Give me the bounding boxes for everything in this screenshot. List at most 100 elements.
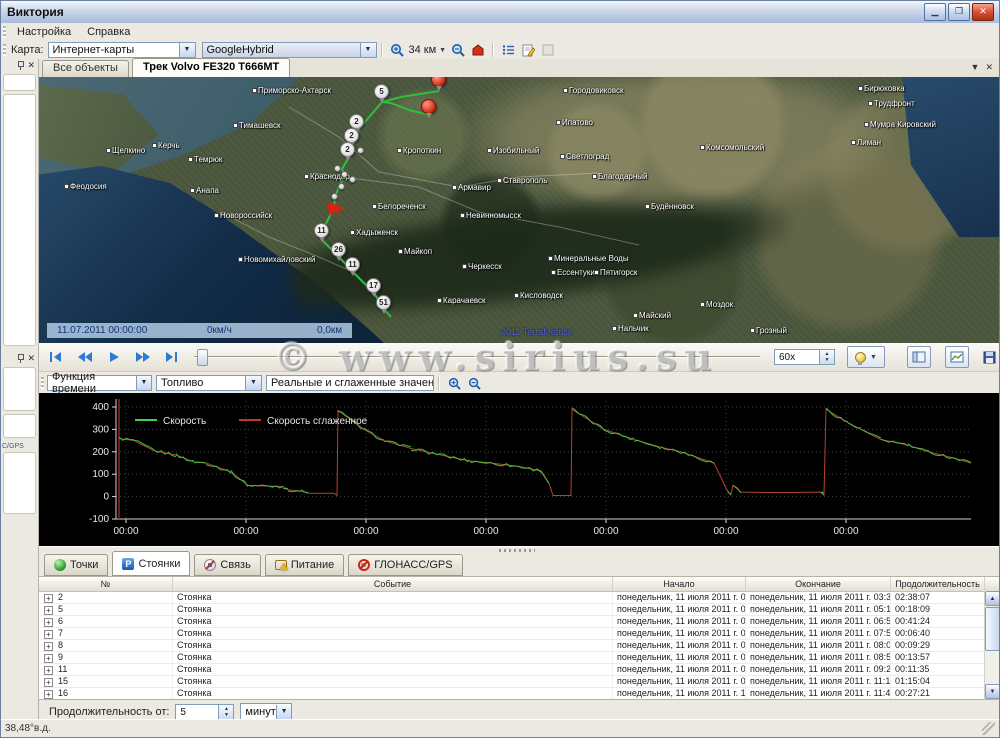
skip-end-button[interactable] bbox=[160, 346, 184, 368]
table-row[interactable]: +2Стоянкапонедельник, 11 июля 2011 г. 01… bbox=[39, 592, 1000, 604]
chevron-down-icon[interactable]: ▼ bbox=[245, 376, 261, 390]
map-minor-marker[interactable] bbox=[331, 193, 338, 200]
resize-grip[interactable] bbox=[982, 722, 995, 735]
tab-list-dropdown-button[interactable]: ▼ bbox=[971, 62, 980, 73]
minimize-button[interactable]: ▁ bbox=[924, 3, 946, 21]
duration-filter-value[interactable]: 5 bbox=[175, 704, 219, 720]
fast-forward-button[interactable] bbox=[131, 346, 155, 368]
event-tab-points[interactable]: Точки bbox=[44, 554, 108, 576]
table-row[interactable]: +5Стоянкапонедельник, 11 июля 2011 г. 04… bbox=[39, 604, 1000, 616]
column-header[interactable]: Начало bbox=[613, 577, 746, 591]
table-row[interactable]: +11Стоянкапонедельник, 11 июля 2011 г. 0… bbox=[39, 664, 1000, 676]
row-expander[interactable]: + bbox=[44, 678, 53, 687]
table-scrollbar[interactable]: ▲ ▼ bbox=[984, 591, 1000, 699]
table-row[interactable]: +15Стоянкапонедельник, 11 июля 2011 г. 0… bbox=[39, 676, 1000, 688]
map-waypoint-marker[interactable]: 11 bbox=[314, 223, 329, 238]
zoom-in-button[interactable] bbox=[387, 42, 407, 59]
playback-speed-value[interactable]: 60x bbox=[774, 349, 820, 365]
map-minor-marker[interactable] bbox=[357, 147, 364, 154]
map-red-pin[interactable] bbox=[421, 99, 436, 114]
tab-track-volvo[interactable]: Трек Volvo FE320 Т666МТ bbox=[132, 58, 290, 77]
chevron-down-icon[interactable]: ▼ bbox=[870, 354, 877, 361]
chart-toolbar-gripper[interactable] bbox=[41, 377, 44, 389]
show-whole-track-button[interactable] bbox=[468, 42, 488, 59]
slider-thumb[interactable] bbox=[197, 349, 208, 366]
zoom-out-button[interactable] bbox=[448, 42, 468, 59]
rewind-button[interactable] bbox=[73, 346, 97, 368]
close-icon[interactable]: ✕ bbox=[27, 354, 35, 363]
map-waypoint-marker[interactable]: 17 bbox=[366, 278, 381, 293]
column-header[interactable]: № bbox=[39, 577, 173, 591]
close-icon[interactable]: ✕ bbox=[27, 61, 35, 70]
map-minor-marker[interactable] bbox=[334, 165, 341, 172]
scroll-down-button[interactable]: ▼ bbox=[985, 684, 1000, 699]
pin-icon[interactable] bbox=[18, 354, 23, 363]
tab-all-objects[interactable]: Все объекты bbox=[42, 60, 129, 77]
row-expander[interactable]: + bbox=[44, 594, 53, 603]
speed-chart[interactable]: 4003002001000-10000:0000:0000:0000:0000:… bbox=[39, 393, 1000, 546]
close-button[interactable]: ✕ bbox=[972, 3, 994, 21]
chart-zoom-in-button[interactable] bbox=[444, 375, 464, 392]
chart-zoom-out-button[interactable] bbox=[464, 375, 484, 392]
row-expander[interactable]: + bbox=[44, 606, 53, 615]
duration-unit-combobox[interactable]: минут ▼ bbox=[240, 703, 292, 720]
column-header[interactable]: Событие bbox=[173, 577, 613, 591]
chart-values-combobox[interactable]: Реальные и сглаженные значени ▼ bbox=[266, 375, 434, 391]
map-minor-marker[interactable] bbox=[341, 171, 348, 178]
event-tab-gps[interactable]: ГЛОНАСС/GPS bbox=[348, 554, 462, 576]
pin-icon[interactable] bbox=[18, 61, 23, 70]
map-scale-dropdown[interactable]: 34 км ▼ bbox=[407, 44, 449, 56]
event-tab-parking[interactable]: Стоянки bbox=[112, 551, 190, 576]
play-button[interactable] bbox=[102, 346, 126, 368]
row-expander[interactable]: + bbox=[44, 630, 53, 639]
column-header[interactable]: Продолжительность bbox=[891, 577, 985, 591]
scroll-up-button[interactable]: ▲ bbox=[985, 591, 1000, 606]
slider-track[interactable] bbox=[194, 356, 760, 358]
map-waypoint-marker[interactable]: 2 bbox=[344, 128, 359, 143]
toolbar-gripper[interactable] bbox=[3, 44, 6, 56]
event-tab-power[interactable]: Питание bbox=[265, 554, 344, 576]
row-expander[interactable]: + bbox=[44, 666, 53, 675]
row-expander[interactable]: + bbox=[44, 654, 53, 663]
scroll-thumb[interactable] bbox=[985, 607, 1000, 651]
table-row[interactable]: +6Стоянкапонедельник, 11 июля 2011 г. 06… bbox=[39, 616, 1000, 628]
skip-start-button[interactable] bbox=[44, 346, 68, 368]
chevron-down-icon[interactable]: ▼ bbox=[179, 43, 195, 57]
menu-help[interactable]: Справка bbox=[79, 25, 138, 39]
save-button[interactable] bbox=[977, 346, 1000, 368]
map-minor-marker[interactable] bbox=[338, 183, 345, 190]
row-expander[interactable]: + bbox=[44, 642, 53, 651]
table-row[interactable]: +16Стоянкапонедельник, 11 июля 2011 г. 1… bbox=[39, 688, 1000, 699]
chart-mode-combobox[interactable]: Функция времени ▼ bbox=[47, 375, 152, 391]
row-expander[interactable]: + bbox=[44, 690, 53, 699]
spinner-arrows[interactable]: ▲▼ bbox=[219, 704, 234, 720]
table-row[interactable]: +9Стоянкапонедельник, 11 июля 2011 г. 08… bbox=[39, 652, 1000, 664]
chevron-down-icon[interactable]: ▼ bbox=[360, 43, 376, 57]
event-tab-link[interactable]: Связь bbox=[194, 554, 260, 576]
map-waypoint-marker[interactable]: 26 bbox=[331, 242, 346, 257]
map-waypoint-marker[interactable]: 51 bbox=[376, 295, 391, 310]
menu-gripper[interactable] bbox=[3, 26, 6, 38]
playback-slider[interactable] bbox=[194, 347, 760, 367]
object-list-button[interactable] bbox=[498, 42, 518, 59]
map-waypoint-marker[interactable]: 2 bbox=[340, 142, 355, 157]
sidebar-mini-combobox[interactable] bbox=[3, 74, 36, 91]
highlight-track-button[interactable]: ▼ bbox=[847, 346, 885, 368]
row-expander[interactable]: + bbox=[44, 618, 53, 627]
playback-speed-spinner[interactable]: 60x ▲▼ bbox=[774, 349, 835, 365]
table-row[interactable]: +8Стоянкапонедельник, 11 июля 2011 г. 08… bbox=[39, 640, 1000, 652]
edit-notes-button[interactable] bbox=[518, 42, 538, 59]
chevron-down-icon[interactable]: ▼ bbox=[276, 705, 292, 719]
map-waypoint-marker[interactable]: 2 bbox=[349, 114, 364, 129]
show-chart-button[interactable] bbox=[945, 346, 969, 368]
show-panel-button[interactable] bbox=[907, 346, 931, 368]
chart-parameter-combobox[interactable]: Топливо ▼ bbox=[156, 375, 262, 391]
spinner-arrows[interactable]: ▲▼ bbox=[820, 349, 835, 365]
map-waypoint-marker[interactable]: 5 bbox=[374, 84, 389, 99]
map-waypoint-marker[interactable]: 11 bbox=[345, 257, 360, 272]
menu-settings[interactable]: Настройка bbox=[9, 25, 79, 39]
table-row[interactable]: +7Стоянкапонедельник, 11 июля 2011 г. 07… bbox=[39, 628, 1000, 640]
duration-filter-spinner[interactable]: 5 ▲▼ bbox=[175, 704, 234, 720]
chevron-down-icon[interactable]: ▼ bbox=[136, 376, 151, 390]
restore-button[interactable]: ❐ bbox=[948, 3, 970, 21]
